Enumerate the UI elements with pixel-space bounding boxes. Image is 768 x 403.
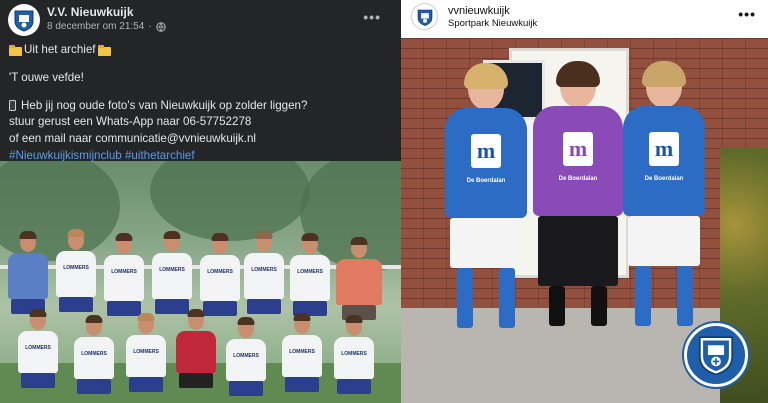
profile-avatar[interactable] [411, 3, 438, 30]
location[interactable]: Sportpark Nieuwkuijk [448, 18, 537, 29]
post-header: V.V. Nieuwkuijk 8 december om 21:54 · ••… [0, 0, 401, 38]
players-photo[interactable]: m De Boerdalan m De Boerdalan m De Boerd… [401, 38, 768, 403]
club-crest-icon [14, 10, 34, 32]
player [176, 309, 216, 388]
page-avatar[interactable] [8, 4, 40, 36]
archive-line: Uit het archief [9, 42, 397, 59]
player: LOMMERS [282, 313, 322, 392]
username[interactable]: vvnieuwkuijk [448, 5, 510, 17]
player: LOMMERS [226, 317, 266, 396]
player [8, 231, 48, 314]
tree [150, 161, 310, 241]
instagram-post: vvnieuwkuijk Sportpark Nieuwkuijk ••• m … [401, 0, 768, 403]
separator-dot: · [148, 21, 152, 32]
mobile-phone-icon [9, 100, 16, 112]
post-meta: 8 december om 21:54 · [47, 21, 166, 32]
more-horizontal-icon[interactable]: ••• [363, 9, 381, 25]
club-crest-icon [417, 9, 432, 26]
player: LOMMERS [200, 233, 240, 316]
question-line: Heb jij nog oude foto's van Nieuwkuijk o… [9, 98, 397, 115]
player: LOMMERS [56, 229, 96, 312]
player: LOMMERS [244, 231, 284, 314]
team-archive-photo[interactable]: LOMMERS LOMMERS LOMMERS LOMMERS LOMMERS … [0, 161, 401, 403]
player-left: m De Boerdalan [445, 63, 527, 328]
player: LOMMERS [104, 233, 144, 316]
archive-line-text: Uit het archief [24, 43, 96, 56]
globe-icon [155, 21, 166, 32]
email-line: of een mail naar communicatie@vvnieuwkui… [9, 132, 256, 146]
player: LOMMERS [74, 315, 114, 394]
player: LOMMERS [334, 315, 374, 394]
folder-icon [9, 44, 22, 56]
player [336, 237, 382, 320]
post-timestamp[interactable]: 8 december om 21:54 [47, 21, 144, 32]
facebook-post: V.V. Nieuwkuijk 8 december om 21:54 · ••… [0, 0, 401, 403]
player-goalkeeper: m De Boerdalan [533, 61, 623, 326]
player: LOMMERS [290, 233, 330, 316]
post-text: Uit het archief 'T ouwe vefde! Heb jij n… [9, 42, 397, 165]
post-header: vvnieuwkuijk Sportpark Nieuwkuijk ••• [401, 0, 768, 38]
more-horizontal-icon[interactable]: ••• [738, 6, 756, 22]
whatsapp-line: stuur gerust een Whats-App naar 06-57752… [9, 115, 252, 129]
club-crest-watermark [684, 323, 748, 387]
club-crest-icon [699, 336, 733, 376]
player: LOMMERS [18, 309, 58, 388]
subtitle-line: 'T ouwe vefde! [9, 70, 84, 84]
page-name[interactable]: V.V. Nieuwkuijk [47, 5, 134, 19]
player: LOMMERS [152, 231, 192, 314]
folder-icon [97, 44, 111, 56]
player: LOMMERS [126, 313, 166, 392]
question-text: Heb jij nog oude foto's van Nieuwkuijk o… [21, 98, 308, 112]
player-right: m De Boerdalan [623, 61, 705, 326]
